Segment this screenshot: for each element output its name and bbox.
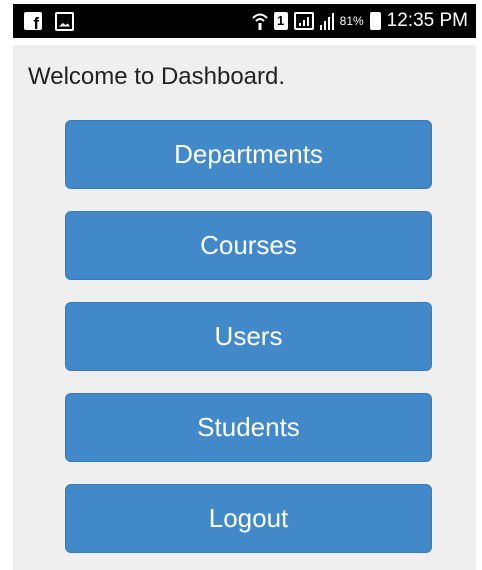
battery-percentage: 81% xyxy=(339,14,364,28)
users-button-label: Users xyxy=(214,321,283,351)
students-button-label: Students xyxy=(197,412,300,442)
battery-icon xyxy=(369,12,381,30)
sim-icon: 1 xyxy=(273,12,288,30)
status-bar: f 1 81% 12:35 PM xyxy=(13,4,476,38)
status-bar-left: f xyxy=(24,4,74,38)
wifi-icon xyxy=(251,13,268,30)
departments-button[interactable]: Departments xyxy=(65,120,432,189)
facebook-icon-glyph: f xyxy=(33,14,39,33)
facebook-icon: f xyxy=(24,12,42,33)
logout-button[interactable]: Logout xyxy=(65,484,432,553)
clock-time: 12:35 PM xyxy=(386,10,468,31)
sim-label: 1 xyxy=(277,13,285,28)
courses-button-label: Courses xyxy=(200,230,297,260)
status-bar-right: 1 81% 12:35 PM xyxy=(251,4,468,38)
welcome-heading: Welcome to Dashboard. xyxy=(28,63,286,90)
gallery-icon xyxy=(55,11,74,31)
students-button[interactable]: Students xyxy=(65,393,432,462)
courses-button[interactable]: Courses xyxy=(65,211,432,280)
signal-bars-glyph xyxy=(298,17,309,26)
cell-signal-icon xyxy=(319,13,334,30)
departments-button-label: Departments xyxy=(174,139,323,169)
signal-icon xyxy=(293,12,314,30)
dashboard-content: Welcome to Dashboard. Departments Course… xyxy=(13,45,476,570)
users-button[interactable]: Users xyxy=(65,302,432,371)
logout-button-label: Logout xyxy=(208,503,289,533)
